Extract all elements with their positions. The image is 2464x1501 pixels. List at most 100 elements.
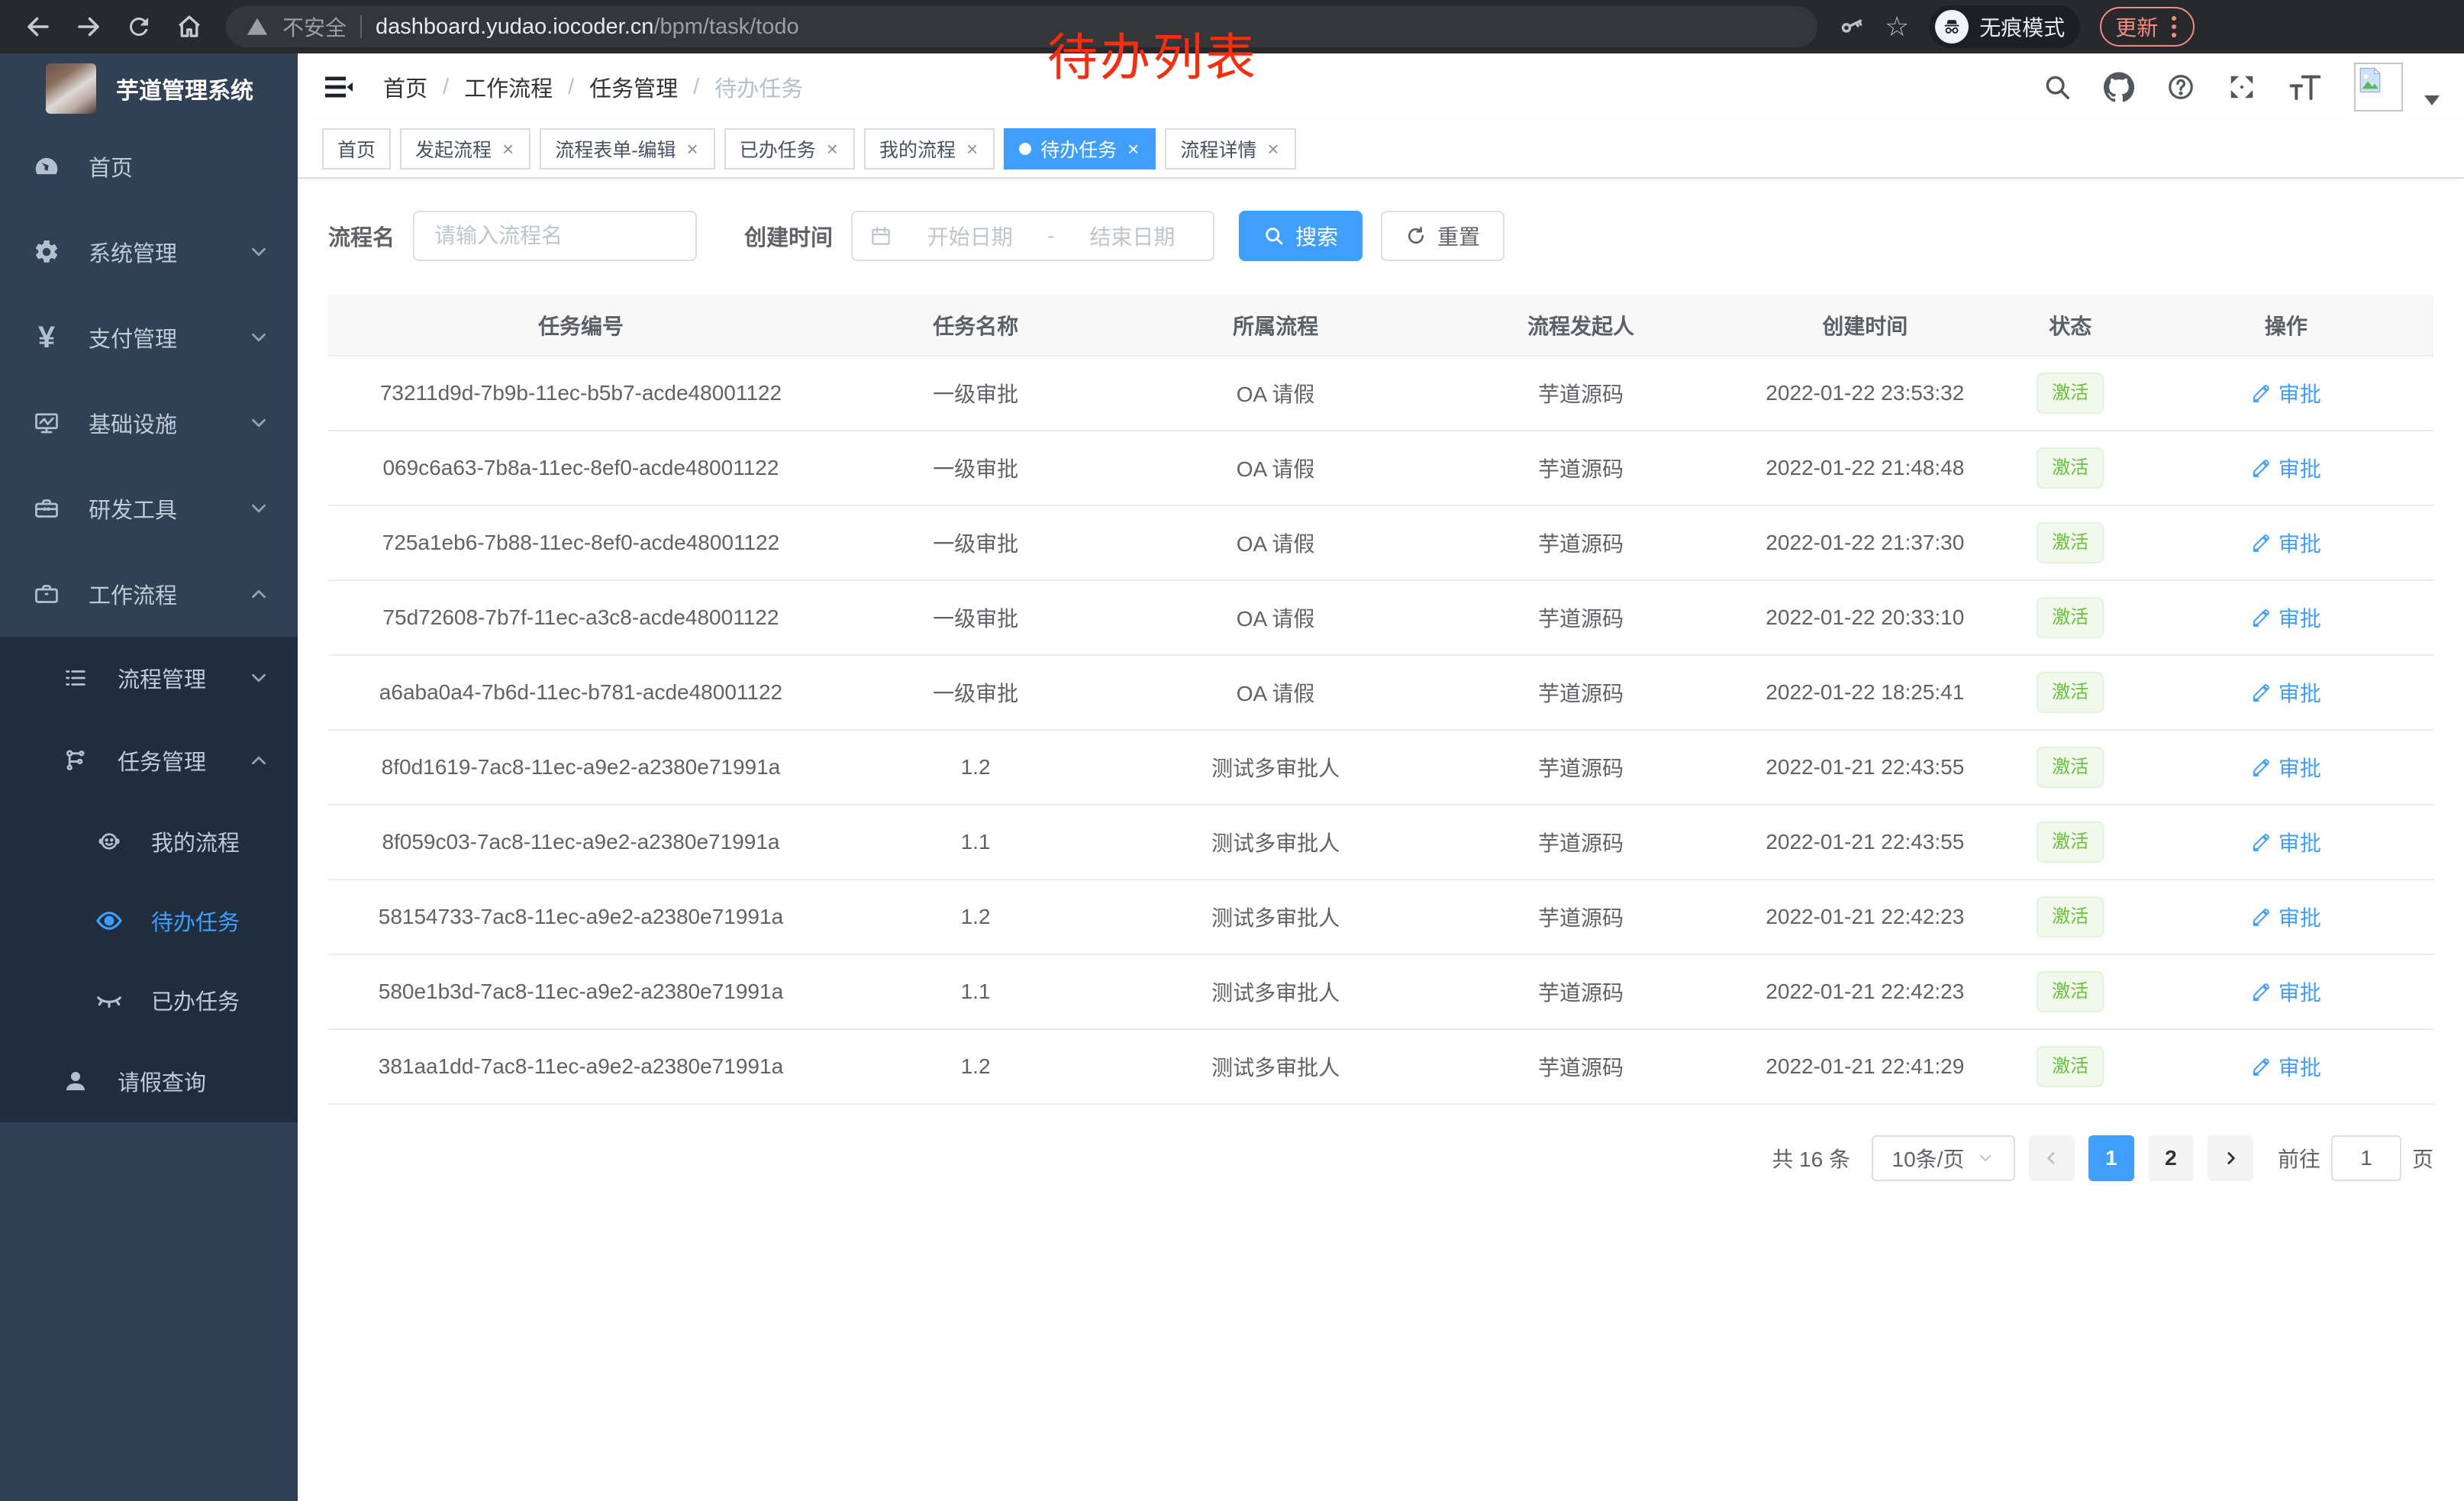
- refresh-icon: [1405, 225, 1427, 247]
- search-button[interactable]: 搜索: [1239, 211, 1363, 261]
- list-tree-icon: [61, 663, 90, 692]
- sidebar-item-home[interactable]: 首页: [0, 124, 298, 209]
- approve-link[interactable]: 审批: [2251, 528, 2321, 558]
- bookmark-star-icon[interactable]: ☆: [1885, 13, 1909, 40]
- browser-menu-kebab-icon[interactable]: [2169, 16, 2179, 37]
- approve-link[interactable]: 审批: [2251, 602, 2321, 633]
- approve-link[interactable]: 审批: [2251, 752, 2321, 783]
- tab-3[interactable]: 已办任务×: [724, 128, 855, 169]
- user-avatar[interactable]: [2354, 63, 2403, 111]
- url-text[interactable]: dashboard.yudao.iocoder.cn/bpm/task/todo: [376, 15, 799, 40]
- table-row: 73211d9d-7b9b-11ec-b5b7-acde48001122一级审批…: [328, 356, 2433, 431]
- tab-close-icon[interactable]: ×: [1126, 137, 1140, 161]
- task-name-cell: 一级审批: [834, 431, 1118, 505]
- task-name-cell: 一级审批: [834, 505, 1118, 580]
- initiator-cell: 芋道源码: [1434, 655, 1728, 730]
- header-search-icon[interactable]: [2043, 73, 2072, 102]
- breadcrumb-home[interactable]: 首页: [383, 71, 427, 103]
- sidebar-item-my-process[interactable]: 我的流程: [0, 802, 298, 881]
- tab-close-icon[interactable]: ×: [501, 137, 515, 161]
- create-time-cell: 2022-01-22 18:25:41: [1728, 655, 2002, 730]
- task-name-cell: 一级审批: [834, 655, 1118, 730]
- tab-close-icon[interactable]: ×: [825, 137, 840, 161]
- table-row: 381aa1dd-7ac8-11ec-a9e2-a2380e71991a1.2测…: [328, 1029, 2433, 1104]
- password-key-icon[interactable]: [1839, 14, 1865, 40]
- sidebar-item-payment[interactable]: ¥ 支付管理: [0, 295, 298, 380]
- status-badge: 激活: [2037, 822, 2104, 862]
- approve-link[interactable]: 审批: [2251, 677, 2321, 708]
- sidebar-item-process-management[interactable]: 流程管理: [0, 637, 298, 719]
- avatar-dropdown-caret-icon[interactable]: [2424, 95, 2440, 105]
- end-date-placeholder[interactable]: 结束日期: [1069, 221, 1196, 251]
- sidebar-logo[interactable]: 芋道管理系统: [0, 53, 298, 124]
- chevron-down-icon: [247, 497, 270, 520]
- browser-home-icon[interactable]: [168, 5, 211, 48]
- help-icon[interactable]: [2166, 73, 2195, 102]
- approve-link[interactable]: 审批: [2251, 902, 2321, 932]
- tab-0[interactable]: 首页: [322, 128, 391, 169]
- process-name-input[interactable]: [413, 211, 697, 261]
- browser-update-button[interactable]: 更新: [2100, 7, 2195, 47]
- approve-link[interactable]: 审批: [2251, 453, 2321, 483]
- tab-2[interactable]: 流程表单-编辑×: [540, 128, 715, 169]
- fullscreen-icon[interactable]: [2227, 73, 2256, 102]
- tab-6[interactable]: 流程详情×: [1165, 128, 1295, 169]
- prev-page-button[interactable]: [2029, 1135, 2075, 1181]
- security-label[interactable]: 不安全: [282, 11, 347, 42]
- task-id-cell: 8f0d1619-7ac8-11ec-a9e2-a2380e71991a: [328, 730, 834, 805]
- browser-toolbar-right: ☆ 无痕模式 更新: [1839, 5, 2195, 48]
- reset-button[interactable]: 重置: [1381, 211, 1505, 261]
- status-badge: 激活: [2037, 373, 2104, 413]
- page-button-1[interactable]: 1: [2088, 1135, 2134, 1181]
- browser-back-icon[interactable]: [17, 5, 60, 48]
- github-icon[interactable]: [2104, 72, 2134, 102]
- sidebar-item-infrastructure[interactable]: 基础设施: [0, 380, 298, 466]
- sidebar-item-todo-tasks[interactable]: 待办任务: [0, 881, 298, 960]
- address-bar[interactable]: 不安全 dashboard.yudao.iocoder.cn/bpm/task/…: [226, 6, 1817, 47]
- jump-page-input[interactable]: [2331, 1135, 2401, 1181]
- reset-button-label: 重置: [1437, 221, 1480, 251]
- sidebar-item-workflow[interactable]: 工作流程: [0, 551, 298, 637]
- tab-close-icon[interactable]: ×: [685, 137, 700, 161]
- sidebar-collapse-icon[interactable]: [322, 70, 356, 104]
- approve-link[interactable]: 审批: [2251, 378, 2321, 408]
- sidebar-item-dev-tools[interactable]: 研发工具: [0, 466, 298, 551]
- create-time-label: 创建时间: [744, 220, 833, 252]
- breadcrumb-task-management[interactable]: 任务管理: [589, 71, 678, 103]
- approve-link[interactable]: 审批: [2251, 827, 2321, 857]
- column-header: 任务名称: [834, 295, 1118, 356]
- page-button-2[interactable]: 2: [2148, 1135, 2194, 1181]
- sidebar-item-label: 任务管理: [118, 744, 206, 776]
- not-secure-warning-icon[interactable]: [246, 15, 269, 38]
- sidebar-item-system[interactable]: 系统管理: [0, 209, 298, 295]
- page-size-select[interactable]: 10条/页: [1872, 1135, 2015, 1181]
- browser-reload-icon[interactable]: [118, 5, 160, 48]
- task-id-cell: 75d72608-7b7f-11ec-a3c8-acde48001122: [328, 580, 834, 655]
- sidebar-item-done-tasks[interactable]: 已办任务: [0, 960, 298, 1040]
- font-size-icon[interactable]: [2288, 72, 2322, 102]
- tab-5[interactable]: 待办任务×: [1004, 128, 1156, 169]
- process-cell: OA 请假: [1118, 655, 1434, 730]
- approve-link[interactable]: 审批: [2251, 1051, 2321, 1082]
- sidebar-item-task-management[interactable]: 任务管理: [0, 719, 298, 802]
- sidebar-item-leave-query[interactable]: 请假查询: [0, 1040, 298, 1122]
- navbar-tools: [2043, 63, 2440, 111]
- tab-label: 我的流程: [879, 135, 956, 163]
- next-page-button[interactable]: [2208, 1135, 2253, 1181]
- approve-link[interactable]: 审批: [2251, 976, 2321, 1007]
- tab-close-icon[interactable]: ×: [965, 137, 979, 161]
- sidebar-item-label: 研发工具: [89, 492, 177, 525]
- edit-pen-icon: [2251, 533, 2271, 553]
- browser-forward-icon[interactable]: [67, 5, 110, 48]
- tab-1[interactable]: 发起流程×: [400, 128, 531, 169]
- tab-4[interactable]: 我的流程 ×: [864, 128, 995, 169]
- task-name-cell: 一级审批: [834, 356, 1118, 431]
- yen-icon: ¥: [32, 323, 61, 352]
- start-date-placeholder[interactable]: 开始日期: [906, 221, 1034, 251]
- date-range-picker[interactable]: 开始日期 - 结束日期: [851, 211, 1214, 261]
- chevron-down-icon: [247, 240, 270, 263]
- action-cell: 审批: [2139, 580, 2433, 655]
- tab-close-icon[interactable]: ×: [1266, 137, 1280, 161]
- breadcrumb-current-page: 待办任务: [714, 71, 803, 103]
- breadcrumb-workflow[interactable]: 工作流程: [464, 71, 553, 103]
